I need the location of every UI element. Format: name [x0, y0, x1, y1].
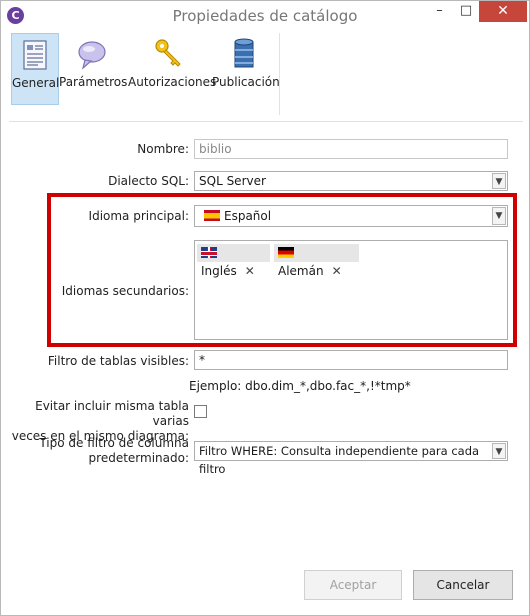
tab-parametros[interactable]: Parámetros [59, 33, 128, 103]
tab-general[interactable]: General [11, 33, 59, 105]
highlight-frame [47, 193, 517, 347]
tab-autorizaciones[interactable]: Autorizaciones [128, 33, 217, 103]
speech-bubble-icon [78, 41, 106, 70]
table-filter-example: Ejemplo: dbo.dim_*,dbo.fac_*,!*tmp* [189, 379, 411, 393]
tab-parametros-label: Parámetros [59, 75, 128, 89]
cancel-button[interactable]: Cancelar [413, 570, 513, 600]
tab-general-label: General [12, 76, 60, 90]
tab-publicacion-label: Publicación [212, 75, 280, 89]
chevron-down-icon[interactable]: ▼ [492, 443, 506, 459]
avoid-duplicate-label-line1: Evitar incluir misma tabla varias [35, 399, 189, 428]
tab-autorizaciones-label: Autorizaciones [128, 75, 217, 89]
keys-icon [155, 39, 181, 67]
title-bar: C Propiedades de catálogo – □ ✕ [1, 1, 529, 31]
tab-publicacion[interactable]: Publicación [212, 33, 280, 103]
sql-dialect-value: SQL Server [199, 174, 266, 188]
accept-button[interactable]: Aceptar [304, 570, 402, 600]
column-filter-label-line2: predeterminado: [88, 451, 189, 465]
maximize-button[interactable]: □ [453, 1, 479, 22]
database-icon [234, 38, 254, 68]
column-filter-value: Filtro WHERE: Consulta independiente par… [199, 444, 480, 476]
toolbar-separator [279, 33, 280, 115]
table-filter-label: Filtro de tablas visibles: [47, 354, 189, 368]
document-list-icon [23, 40, 47, 70]
name-input[interactable]: biblio [194, 139, 508, 159]
name-label: Nombre: [137, 142, 189, 156]
close-button[interactable]: ✕ [479, 1, 527, 22]
catalog-properties-dialog: C Propiedades de catálogo – □ ✕ General [0, 0, 530, 616]
column-filter-label-line1: Tipo de filtro de columna [39, 436, 189, 450]
category-toolbar: General Parámetros Autorizaciones Public… [9, 31, 523, 122]
sql-dialect-select[interactable]: SQL Server ▼ [194, 171, 508, 191]
avoid-duplicate-checkbox[interactable] [194, 405, 207, 418]
column-filter-select[interactable]: Filtro WHERE: Consulta independiente par… [194, 441, 508, 476]
sql-dialect-label: Dialecto SQL: [108, 174, 189, 188]
minimize-button[interactable]: – [426, 1, 453, 22]
table-filter-input[interactable]: * [194, 350, 508, 370]
column-filter-label: Tipo de filtro de columna predeterminado… [11, 436, 189, 466]
chevron-down-icon[interactable]: ▼ [492, 173, 506, 189]
